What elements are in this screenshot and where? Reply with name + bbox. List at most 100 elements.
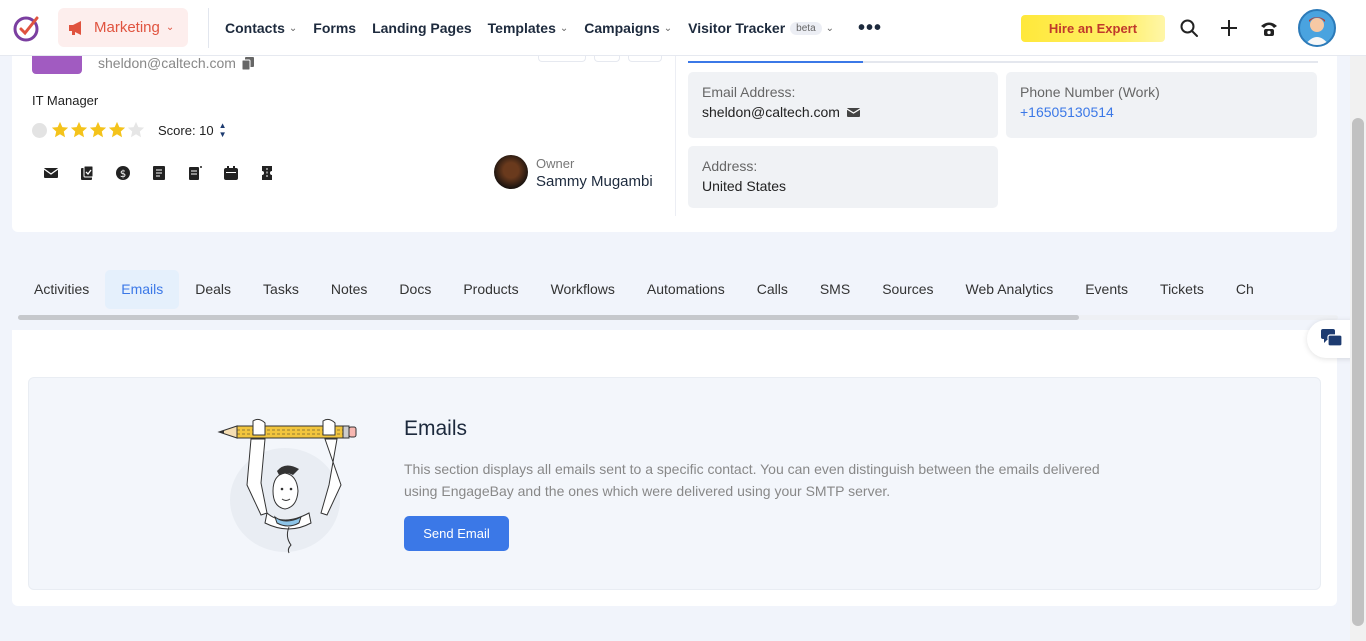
- tab-events[interactable]: Events: [1069, 270, 1144, 309]
- main-nav: Contacts ⌄ Forms Landing Pages Templates ⌄…: [225, 0, 882, 56]
- tab-emails[interactable]: Emails: [105, 270, 180, 309]
- phone-field-label: Phone Number (Work): [1020, 84, 1160, 100]
- emails-description: This section displays all emails sent to…: [404, 461, 1100, 499]
- contact-tabs: Activities Emails Deals Tasks Notes Docs…: [18, 270, 1338, 310]
- tabs-scrollbar-thumb[interactable]: [18, 315, 1079, 320]
- chevron-down-icon: ⌄: [165, 22, 175, 33]
- tab-calls[interactable]: Calls: [741, 270, 804, 309]
- caret-up-icon[interactable]: ▲: [219, 121, 227, 130]
- svg-text:$: $: [120, 169, 126, 180]
- nav-forms[interactable]: Forms: [313, 20, 356, 36]
- chevron-down-icon: ⌄: [559, 22, 569, 34]
- module-label: Marketing: [94, 19, 160, 36]
- nav-landing-pages-label: Landing Pages: [372, 20, 472, 36]
- emails-title: Emails: [404, 417, 468, 440]
- nav-visitor-tracker-label: Visitor Tracker: [688, 20, 786, 36]
- top-navbar: Marketing ⌄ Contacts ⌄ Forms Landing Page…: [0, 0, 1366, 56]
- pencil-person-illustration: [217, 418, 357, 554]
- copy-icon[interactable]: [241, 56, 254, 70]
- chat-widget-button[interactable]: [1307, 320, 1355, 358]
- chevron-down-icon: ⌄: [288, 22, 298, 34]
- chevron-down-icon: ⌄: [663, 22, 673, 34]
- caret-down-icon[interactable]: ▼: [219, 130, 227, 139]
- email-icon[interactable]: [43, 165, 59, 181]
- nav-campaigns-label: Campaigns: [584, 20, 660, 36]
- beta-badge: beta: [790, 21, 822, 35]
- nav-campaigns[interactable]: Campaigns ⌄: [584, 20, 672, 36]
- score-label: Score: 10: [158, 122, 214, 138]
- owner-name[interactable]: Sammy Mugambi: [536, 173, 653, 190]
- note-icon[interactable]: [151, 165, 167, 181]
- tab-sms[interactable]: SMS: [804, 270, 866, 309]
- hire-expert-button[interactable]: Hire an Expert: [1021, 15, 1165, 42]
- tab-sources[interactable]: Sources: [866, 270, 949, 309]
- tab-automations[interactable]: Automations: [631, 270, 741, 309]
- address-field-value: United States: [702, 178, 787, 194]
- info-tab-active-indicator: [688, 61, 863, 63]
- contact-avatar: [32, 56, 82, 74]
- divider: [208, 8, 209, 48]
- nav-forms-label: Forms: [313, 20, 357, 36]
- contact-email-text: sheldon@caltech.com: [98, 55, 236, 71]
- chat-icon: [1321, 329, 1343, 347]
- nav-visitor-tracker[interactable]: Visitor Tracker beta ⌄: [688, 20, 834, 36]
- email-value-text[interactable]: sheldon@caltech.com: [702, 104, 840, 120]
- nav-landing-pages[interactable]: Landing Pages: [372, 20, 472, 36]
- tab-products[interactable]: Products: [447, 270, 534, 309]
- module-switcher[interactable]: Marketing ⌄: [58, 8, 188, 47]
- email-icon[interactable]: [846, 107, 860, 118]
- owner-avatar: [494, 155, 528, 189]
- calendar-icon[interactable]: [223, 165, 239, 181]
- email-field-label: Email Address:: [702, 84, 796, 100]
- phone-field-value[interactable]: +16505130514: [1020, 104, 1303, 120]
- contact-email: sheldon@caltech.com: [98, 55, 254, 71]
- star-icon[interactable]: [108, 121, 126, 139]
- clear-rating-icon[interactable]: [32, 122, 47, 138]
- tab-activities[interactable]: Activities: [18, 270, 105, 309]
- nav-contacts[interactable]: Contacts ⌄: [225, 20, 297, 36]
- star-icon[interactable]: [51, 121, 69, 139]
- star-icon[interactable]: [89, 121, 107, 139]
- score-stepper[interactable]: ▲ ▼: [219, 121, 227, 139]
- contact-quick-actions: $: [43, 165, 295, 181]
- search-icon[interactable]: [1177, 16, 1201, 40]
- tab-ch-truncated[interactable]: Ch: [1220, 270, 1270, 309]
- star-icon[interactable]: [70, 121, 88, 139]
- star-icon[interactable]: [127, 121, 145, 139]
- header-action-button[interactable]: [628, 56, 662, 62]
- tab-notes[interactable]: Notes: [315, 270, 384, 309]
- tab-docs[interactable]: Docs: [383, 270, 447, 309]
- page-scrollbar-thumb[interactable]: [1352, 118, 1364, 626]
- email-field-value: sheldon@caltech.com: [702, 104, 984, 120]
- user-avatar[interactable]: [1298, 9, 1336, 47]
- address-field-label: Address:: [702, 158, 758, 174]
- tab-tasks[interactable]: Tasks: [247, 270, 315, 309]
- nav-templates-label: Templates: [487, 20, 556, 36]
- star-rating: Score: 10 ▲ ▼: [32, 121, 227, 139]
- owner-label: Owner: [536, 156, 575, 171]
- send-email-button[interactable]: Send Email: [404, 516, 509, 551]
- phone-icon[interactable]: [1257, 16, 1281, 40]
- plus-icon[interactable]: [1217, 16, 1241, 40]
- job-title: IT Manager: [32, 93, 99, 108]
- engagebay-logo[interactable]: [12, 12, 44, 44]
- phone-field: Phone Number (Work) +16505130514: [1006, 72, 1317, 138]
- header-action-button[interactable]: [594, 56, 620, 62]
- tab-deals[interactable]: Deals: [179, 270, 247, 309]
- chevron-down-icon: ⌄: [825, 22, 835, 34]
- header-action-button[interactable]: [538, 56, 586, 62]
- megaphone-icon: [69, 20, 81, 35]
- tab-web-analytics[interactable]: Web Analytics: [950, 270, 1070, 309]
- tab-workflows[interactable]: Workflows: [535, 270, 631, 309]
- card-divider: [675, 56, 676, 216]
- ticket-icon[interactable]: [259, 165, 275, 181]
- task-icon[interactable]: [79, 165, 95, 181]
- nav-templates[interactable]: Templates ⌄: [488, 20, 569, 36]
- doc-icon[interactable]: [187, 165, 203, 181]
- nav-contacts-label: Contacts: [225, 20, 285, 36]
- header-action-buttons: [538, 56, 670, 62]
- tab-tickets[interactable]: Tickets: [1144, 270, 1220, 309]
- more-menu-icon[interactable]: •••: [858, 17, 882, 40]
- deal-icon[interactable]: $: [115, 165, 131, 181]
- address-field: Address: United States: [688, 146, 998, 208]
